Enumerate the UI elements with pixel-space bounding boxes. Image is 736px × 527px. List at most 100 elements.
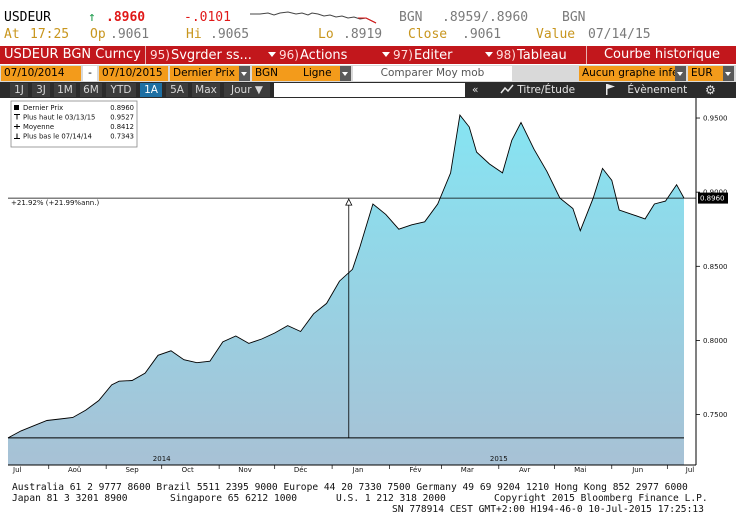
source-label-2: BGN [562,10,586,25]
y-axis: 0.95000.90000.85000.80000.75000.8960 [696,115,728,419]
value-label: Value [536,27,576,42]
chart-style-select[interactable]: Ligne [300,66,340,81]
title-study-label: Titre/Étude [517,84,576,96]
price-field-dropdown-icon[interactable] [239,66,250,81]
price-field-select[interactable]: Dernier Prix [170,66,239,81]
footer-phone-us: U.S. 1 212 318 2000 [336,493,446,504]
y-tick-label: 0.8500 [703,263,728,271]
source-select[interactable]: BGN [252,66,300,81]
last-price: .8960 [106,10,146,25]
toolbar-input[interactable] [274,83,465,97]
footer-phone-japan: Japan 81 3 3201 8900 [12,493,128,504]
lower-graph-dropdown-icon[interactable] [675,66,686,81]
legend-label: Plus haut le 03/13/15 [23,114,95,122]
collapse-button[interactable]: « [472,83,478,97]
currency-dropdown-icon[interactable] [723,66,734,81]
event-label: Évènement [627,84,688,96]
range-1y-button[interactable]: 1A [140,83,162,97]
x-month-label: Jun [631,466,643,474]
end-date-field[interactable]: 07/10/2015 [99,66,168,81]
x-month-label: Fév [409,466,421,474]
dropdown-triangle-icon [485,52,493,57]
up-arrow-icon: ↑ [88,10,96,25]
x-month-label: Jul [12,466,22,474]
security-title[interactable]: USDEUR BGN Curncy [0,46,146,64]
x-month-label: Jul [685,466,695,474]
menu-actions-button[interactable]: 96)Actions [268,46,347,64]
price-chart: +21.92% (+21.99%ann.) 0.95000.90000.8500… [7,98,728,474]
low-value: .8919 [343,27,383,42]
last-value-label: 0.8960 [700,195,725,203]
title-study-button[interactable]: Titre/Étude [500,83,575,97]
x-month-label: Nov [238,466,252,474]
range-6m-button[interactable]: 6M [80,83,102,97]
menu-number: 97) [393,48,413,62]
flag-icon [606,84,615,95]
legend-value: 0.7343 [110,133,134,141]
menu-edit-button[interactable]: 97)Editer [382,46,452,64]
menu-label: Tableau [516,48,567,63]
range-3d-button[interactable]: 3J [32,83,50,97]
lower-graph-select[interactable]: Aucun graphe infé [579,66,679,81]
y-tick-label: 0.7500 [703,411,728,419]
footer-line-1: Australia 61 2 9777 8600 Brazil 5511 239… [12,482,688,493]
start-date-field[interactable]: 07/10/2014 [1,66,81,81]
value-date: 07/14/15 [588,27,651,42]
parameter-bar: 07/10/2014 - 07/10/2015 Dernier Prix BGN… [0,65,736,82]
close-label: Close [408,27,448,42]
menu-label: Editer [413,48,453,63]
legend-marker-icon [14,105,19,110]
range-max-button[interactable]: Max [192,83,220,97]
menu-label: Svgrder ss... [170,48,252,63]
legend: Dernier Prix 0.8960 Plus haut le 03/13/15 0… [10,100,138,148]
low-label: Lo [318,27,334,42]
menu-save-button[interactable]: 95)Svgrder ss... [150,46,252,64]
period-select[interactable]: Jour ▼ [224,83,270,97]
compare-moving-average-field[interactable]: Comparer Moy mob [353,66,512,81]
at-time: 17:25 [30,27,70,42]
x-month-label: Jan [352,466,364,474]
dropdown-triangle-icon [268,52,276,57]
range-ytd-button[interactable]: YTD [106,83,136,97]
event-button[interactable]: Évènement [604,83,687,97]
menu-table-button[interactable]: 98)Tableau [485,46,567,64]
menu-number: 98) [496,48,516,62]
quote-line-1: USDEUR [4,10,51,26]
at-label: At [4,27,20,42]
legend-value: 0.8412 [110,123,134,131]
close-value: .9061 [462,27,502,42]
footer-session-info: SN 778914 CEST GMT+2:00 H194-46-0 10-Jul… [392,504,704,515]
x-year-label: 2015 [490,455,508,463]
price-change: -.0101 [184,10,231,25]
x-month-label: Oct [182,466,194,474]
x-month-label: Déc [294,466,308,474]
open-label: Op [90,27,106,42]
chart-style-dropdown-icon[interactable] [340,66,351,81]
menu-number: 96) [279,48,299,62]
range-1d-button[interactable]: 1J [10,83,28,97]
menu-bar: USDEUR BGN Curncy 95)Svgrder ss... 96)Ac… [0,46,736,64]
historical-chart-title[interactable]: Courbe historique [586,46,736,64]
sparkline [250,11,377,24]
range-1m-button[interactable]: 1M [54,83,76,97]
open-value: .9061 [110,27,150,42]
high-label: Hi [186,27,202,42]
legend-value: 0.8960 [110,104,134,112]
legend-label: Plus bas le 07/14/14 [23,133,92,141]
legend-label: Dernier Prix [23,104,63,112]
bid-ask: .8959/.8960 [442,10,529,25]
footer-copyright: Copyright 2015 Bloomberg Finance L.P. [494,493,708,504]
range-toolbar: 1J 3J 1M 6M YTD 1A 5A Max Jour ▼ « Titre… [0,82,736,98]
chevron-down-icon: ▼ [254,84,263,96]
source-label: BGN [399,10,423,25]
y-tick-label: 0.9500 [703,115,728,123]
menu-label: Actions [299,48,348,63]
period-label: Jour [231,84,252,96]
high-value: .9065 [210,27,250,42]
x-year-label: 2014 [153,455,171,463]
currency-select[interactable]: EUR [688,66,723,81]
gear-icon[interactable]: ⚙ [705,83,716,97]
range-5y-button[interactable]: 5A [166,83,188,97]
trend-icon [500,84,514,94]
x-month-label: Avr [519,466,531,474]
